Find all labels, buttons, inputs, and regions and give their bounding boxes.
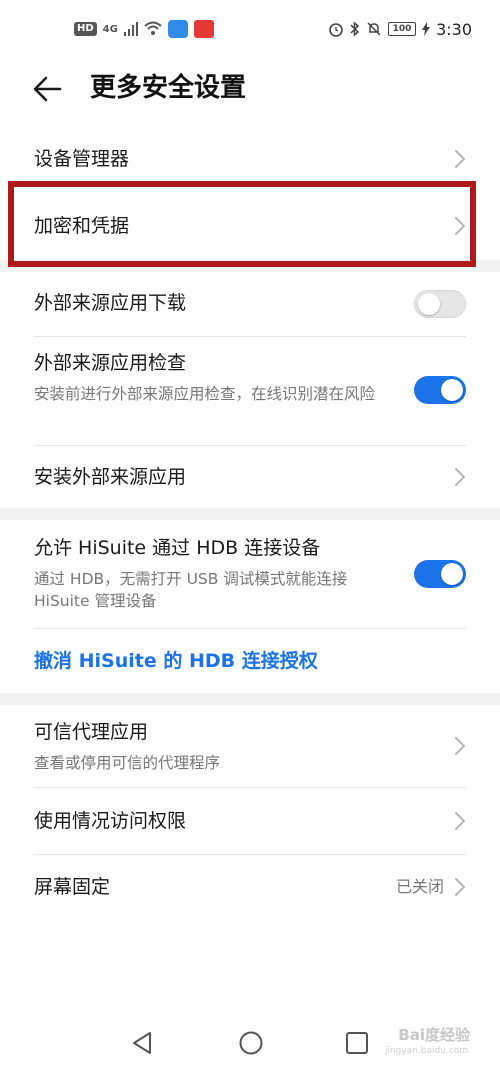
screen-pinning-status: 已关闭: [395, 877, 444, 896]
mute-icon: [367, 22, 381, 36]
status-bar: HD 4G 100 3:30: [0, 0, 500, 58]
alarm-icon: [329, 23, 343, 37]
signal-icon: [123, 22, 138, 36]
section-separator: [0, 693, 500, 705]
external-check-label: 外部来源应用检查: [34, 352, 187, 374]
watermark: Bai度经验: [398, 1026, 470, 1044]
screen-pinning-label: 屏幕固定: [34, 876, 111, 898]
chevron-right-icon: [455, 468, 466, 486]
hisuite-hdb-label: 允许 HiSuite 通过 HDB 连接设备: [34, 537, 321, 559]
back-arrow-icon: [33, 76, 62, 102]
external-check-toggle[interactable]: [414, 376, 466, 404]
section-separator: [0, 508, 500, 520]
hisuite-hdb-description: 通过 HDB，无需打开 USB 调试模式就能连接 HiSuite 管理设备: [34, 570, 348, 610]
screen-pinning-item[interactable]: 屏幕固定 已关闭: [0, 855, 500, 921]
hd-badge: HD: [74, 22, 97, 36]
external-check-description: 安装前进行外部来源应用检查，在线识别潜在风险: [34, 385, 376, 403]
nav-back-icon[interactable]: [130, 1030, 154, 1056]
revoke-hdb-label: 撤消 HiSuite 的 HDB 连接授权: [34, 650, 318, 672]
chevron-right-icon: [455, 737, 466, 755]
chevron-right-icon: [455, 878, 466, 896]
revoke-hdb-link[interactable]: 撤消 HiSuite 的 HDB 连接授权: [0, 629, 500, 693]
nav-home-icon[interactable]: [238, 1030, 264, 1056]
clock: 3:30: [436, 19, 472, 39]
status-bar-left: HD 4G: [74, 18, 214, 40]
external-download-item[interactable]: 外部来源应用下载: [0, 272, 500, 336]
watermark-url: jingyan.baidu.com: [384, 1046, 468, 1056]
network-type: 4G: [102, 23, 118, 35]
page-title: 更多安全设置: [90, 73, 247, 103]
toggle-knob: [441, 563, 463, 585]
install-external-label: 安装外部来源应用: [34, 466, 187, 488]
usage-access-label: 使用情况访问权限: [34, 810, 187, 832]
chevron-right-icon: [455, 812, 466, 830]
usage-access-item[interactable]: 使用情况访问权限: [0, 788, 500, 854]
device-manager-label: 设备管理器: [34, 148, 130, 170]
trust-agents-label: 可信代理应用: [34, 721, 149, 743]
bluetooth-icon: [350, 21, 360, 37]
toggle-knob: [441, 379, 463, 401]
trust-agents-description: 查看或停用可信的代理程序: [34, 754, 221, 772]
back-button[interactable]: [30, 72, 70, 106]
title-bar: 更多安全设置: [0, 58, 500, 118]
trust-agents-item[interactable]: 可信代理应用 查看或停用可信的代理程序: [0, 705, 500, 787]
wifi-icon: [144, 21, 162, 35]
chevron-right-icon: [455, 150, 466, 168]
hisuite-hdb-item[interactable]: 允许 HiSuite 通过 HDB 连接设备 通过 HDB，无需打开 USB 调…: [0, 520, 500, 628]
external-check-item[interactable]: 外部来源应用检查 安装前进行外部来源应用检查，在线识别潜在风险: [0, 337, 500, 445]
app-notification-icon-2: [193, 20, 214, 38]
highlight-annotation: [8, 181, 476, 267]
charging-icon: [422, 22, 431, 36]
status-bar-right: 100 3:30: [328, 18, 472, 40]
external-download-toggle[interactable]: [414, 290, 466, 318]
toggle-knob: [418, 293, 440, 315]
external-download-label: 外部来源应用下载: [34, 292, 187, 314]
app-notification-icon: [167, 20, 188, 38]
battery-indicator: 100: [388, 22, 417, 36]
nav-recents-icon[interactable]: [345, 1031, 369, 1055]
install-external-item[interactable]: 安装外部来源应用: [0, 446, 500, 508]
hisuite-hdb-toggle[interactable]: [414, 560, 466, 588]
